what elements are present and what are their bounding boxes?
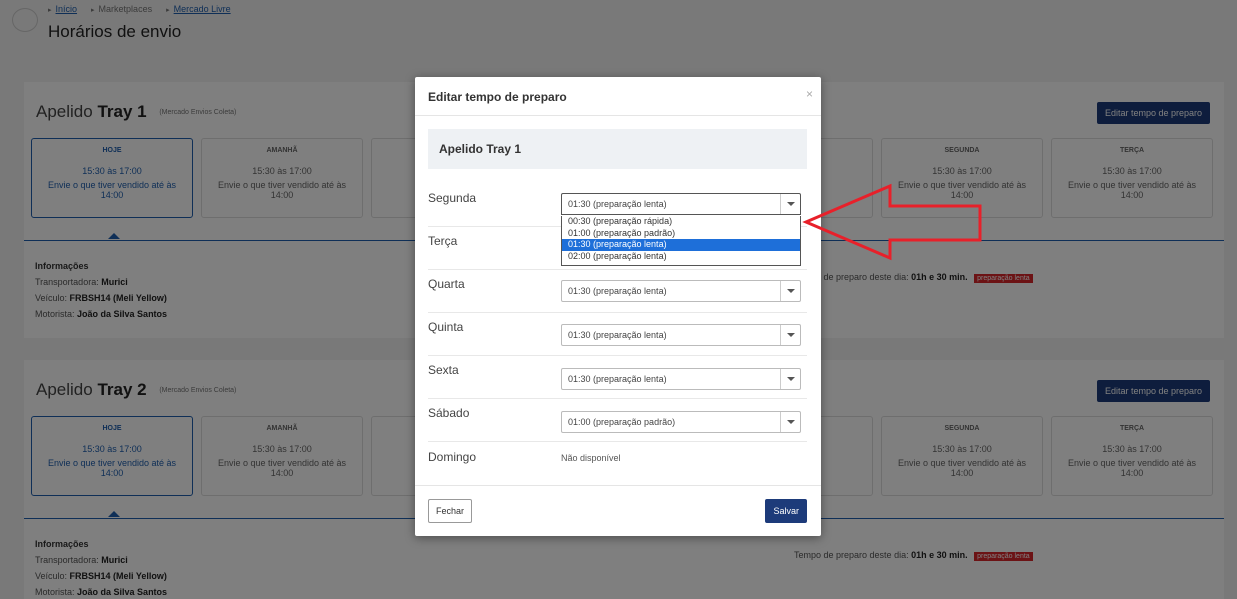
dropdown-option[interactable]: 00:30 (preparação rápida) (562, 216, 800, 228)
day-label: Domingo (428, 450, 477, 464)
dropdown-option[interactable]: 01:00 (preparação padrão) (562, 228, 800, 240)
prep-select-sabado[interactable]: 01:00 (preparação padrão) (561, 411, 801, 433)
not-available-text: Não disponível (561, 453, 621, 463)
day-label: Quinta (428, 320, 464, 334)
day-label: Sábado (428, 406, 470, 420)
prep-time-dropdown-list: 00:30 (preparação rápida) 01:00 (prepara… (561, 216, 801, 266)
select-value: 01:30 (preparação lenta) (568, 374, 667, 384)
select-value: 01:30 (preparação lenta) (568, 199, 667, 209)
prep-select-segunda[interactable]: 01:30 (preparação lenta) (561, 193, 801, 215)
select-value: 01:00 (preparação padrão) (568, 417, 676, 427)
close-button[interactable]: Fechar (428, 499, 473, 523)
day-label: Segunda (428, 191, 477, 205)
annotation-arrow-icon (802, 183, 982, 261)
select-value: 01:30 (preparação lenta) (568, 330, 667, 340)
row-domingo: Domingo Não disponível (428, 443, 807, 486)
modal-footer-divider (415, 485, 821, 486)
prep-select-sexta[interactable]: 01:30 (preparação lenta) (561, 368, 801, 390)
dropdown-option-selected[interactable]: 01:30 (preparação lenta) (562, 239, 800, 251)
modal-subhead: Apelido Tray 1 (428, 129, 807, 169)
chevron-down-icon (780, 325, 800, 345)
prep-select-quarta[interactable]: 01:30 (preparação lenta) (561, 280, 801, 302)
day-label: Terça (428, 234, 458, 248)
row-sexta: Sexta 01:30 (preparação lenta) (428, 356, 807, 399)
chevron-down-icon (780, 412, 800, 432)
edit-prep-time-modal: Editar tempo de preparo × Apelido Tray 1… (415, 77, 821, 536)
chevron-down-icon (780, 194, 800, 214)
prep-select-quinta[interactable]: 01:30 (preparação lenta) (561, 324, 801, 346)
select-value: 01:30 (preparação lenta) (568, 286, 667, 296)
row-quinta: Quinta 01:30 (preparação lenta) (428, 313, 807, 356)
close-icon[interactable]: × (806, 87, 813, 101)
dropdown-option[interactable]: 02:00 (preparação lenta) (562, 251, 800, 263)
day-label: Sexta (428, 363, 459, 377)
chevron-down-icon (780, 281, 800, 301)
row-sabado: Sábado 01:00 (preparação padrão) (428, 399, 807, 442)
save-button[interactable]: Salvar (765, 499, 807, 523)
day-label: Quarta (428, 277, 465, 291)
chevron-down-icon (780, 369, 800, 389)
modal-title: Editar tempo de preparo (428, 90, 567, 104)
modal-header-divider (415, 115, 821, 116)
row-quarta: Quarta 01:30 (preparação lenta) (428, 270, 807, 313)
